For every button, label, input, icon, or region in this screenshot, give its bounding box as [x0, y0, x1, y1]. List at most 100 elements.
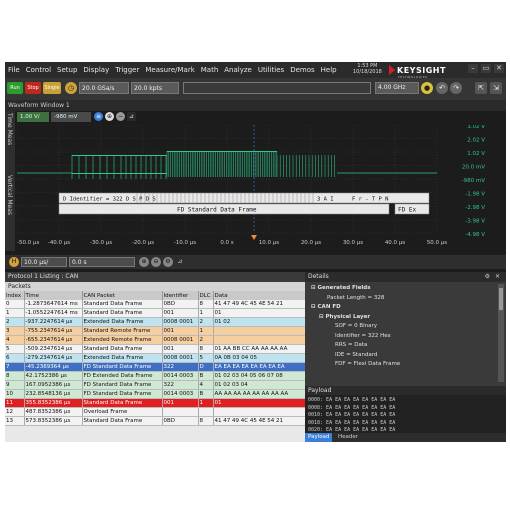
settings-icon[interactable]: ⚙	[163, 257, 173, 267]
redo-icon[interactable]: ↷	[450, 82, 462, 94]
bandwidth-limit-icon[interactable]: ●	[421, 82, 433, 94]
table-row[interactable]: 11 355.8352386 µs Standard Data Frame 001 1 0…	[5, 398, 306, 408]
settings-gear-icon[interactable]: ⚙	[485, 272, 490, 282]
details-tree-item[interactable]: RRS = Data	[335, 342, 367, 348]
table-cell: EA EA EA EA EA EA EA EA	[213, 362, 306, 372]
channel-offset-field[interactable]: -980 mV	[51, 112, 91, 122]
menu-utilities[interactable]: Utilities	[255, 66, 287, 74]
sample-rate-field[interactable]: 20.0 GSa/s	[79, 82, 129, 94]
pin-icon[interactable]: ⊿	[127, 112, 136, 121]
timebase-position-field[interactable]: 0.0 s	[69, 257, 135, 267]
close-button[interactable]: ✕	[494, 64, 504, 73]
menu-setup[interactable]: Setup	[54, 66, 80, 74]
table-row[interactable]: 13 573.8352386 µs Standard Data Frame 0BD 8 4…	[5, 416, 306, 426]
menu-file[interactable]: File	[5, 66, 23, 74]
details-tree-item[interactable]: ⊟ Physical Layer	[319, 314, 370, 320]
close-icon[interactable]: ✕	[495, 272, 500, 282]
zoom-in-icon[interactable]: ⊕	[139, 257, 149, 267]
clock-date: 10/18/2018	[353, 69, 382, 75]
datetime: 1:53 PM 10/18/2018	[353, 63, 382, 75]
menu-trigger[interactable]: Trigger	[112, 66, 142, 74]
table-row[interactable]: 8 42.1752386 µs FD Extended Data Frame 0014…	[5, 371, 306, 381]
table-cell: 322	[162, 362, 199, 372]
timebase-scale-field[interactable]: 10.0 µs/	[21, 257, 67, 267]
menu-control[interactable]: Control	[23, 66, 54, 74]
waveform-plot[interactable]: D Identifier = 322 D S P D S 3 A I F r - T…	[17, 125, 487, 245]
details-panel: Details ⚙ ✕ ⊟ Generated Fields Packet Len…	[305, 272, 506, 386]
details-scrollbar[interactable]	[498, 284, 504, 382]
column-header[interactable]: Identifier	[162, 291, 199, 300]
table-row[interactable]: 1 -1.0552247614 ms Standard Data Frame 001 1…	[5, 308, 306, 318]
details-tree-item[interactable]: ⊟ Generated Fields	[311, 285, 371, 291]
zoom-out-icon[interactable]: ⊖	[151, 257, 161, 267]
acquisition-icon[interactable]: ◷	[65, 82, 77, 94]
undo-icon[interactable]: ↶	[436, 82, 448, 94]
table-row[interactable]: 2 -937.2247614 µs Extended Data Frame 0008 …	[5, 317, 306, 327]
zoom-icon[interactable]: ⊕	[105, 112, 114, 121]
column-header[interactable]: CAN Packet	[82, 291, 163, 300]
tab-vertical-meas[interactable]: Vertical Meas	[6, 175, 13, 215]
horizontal-icon[interactable]: H	[9, 257, 19, 267]
table-cell: AA AA AA AA AA AA AA AA	[213, 389, 306, 399]
payload-row: 0008: EA EA EA EA EA EA EA EA	[308, 404, 396, 411]
stop-button[interactable]: Stop	[25, 82, 41, 94]
table-row[interactable]: 7 -45.2369364 µs FD Standard Data Frame 322…	[5, 362, 306, 372]
table-cell: 4	[198, 380, 214, 390]
table-row[interactable]: 10 232.8548136 µs FD Standard Data Frame 00…	[5, 389, 306, 399]
table-row[interactable]: 6 -279.2347614 µs Extended Data Frame 0008 …	[5, 353, 306, 363]
details-tree-item[interactable]: Packet Length = 328	[327, 295, 384, 301]
channel-scale-field[interactable]: 1.00 V/	[17, 112, 49, 122]
payload-row: 0018: EA EA EA EA EA EA EA EA	[308, 419, 396, 426]
table-row[interactable]: 9 167.0952386 µs FD Standard Data Frame 322…	[5, 380, 306, 390]
bandwidth-field[interactable]: 4.00 GHz	[375, 82, 419, 94]
table-cell	[213, 407, 306, 417]
table-row[interactable]: 3 -755.2347614 µs Standard Remote Frame 001…	[5, 326, 306, 336]
tab-header[interactable]: Header	[335, 433, 361, 442]
menu-display[interactable]: Display	[80, 66, 112, 74]
memory-depth-field[interactable]: 20.0 kpts	[131, 82, 179, 94]
menu-analyze[interactable]: Analyze	[221, 66, 255, 74]
minimize-button[interactable]: –	[468, 64, 478, 73]
single-button[interactable]: Single	[43, 82, 61, 94]
table-cell: 01 AA BB CC AA AA AA AA	[213, 344, 306, 354]
menu-measure-mark[interactable]: Measure/Mark	[142, 66, 197, 74]
table-cell: 13	[5, 416, 25, 426]
pin-icon-2[interactable]: ⊿	[175, 257, 185, 267]
packets-table[interactable]: Index Time CAN Packet Identifier DLC Data 0 -1…	[5, 291, 306, 426]
tab-time-meas[interactable]: Time Meas	[6, 113, 13, 145]
payload-row: 0010: EA EA EA EA EA EA EA EA	[308, 412, 396, 418]
voltage-label: -2.98 V	[465, 205, 485, 211]
table-cell: 42.1752386 µs	[24, 371, 83, 381]
table-row[interactable]: 4 -655.2347614 µs Extended Remote Frame 000…	[5, 335, 306, 345]
menu-demos[interactable]: Demos	[287, 66, 317, 74]
table-cell: 0A 0B 03 04 05	[213, 353, 306, 363]
table-cell: 355.8352386 µs	[24, 398, 83, 408]
details-tree[interactable]: ⊟ Generated Fields Packet Length = 328 ⊟ C…	[305, 282, 506, 386]
minus-icon[interactable]: −	[116, 112, 125, 121]
channel-settings-icon[interactable]: ≡	[94, 112, 103, 121]
column-header[interactable]: Time	[24, 291, 83, 300]
autoscale-icon[interactable]: ⇱	[475, 82, 487, 94]
table-row[interactable]: 0 -1.2873647614 ms Standard Data Frame 0BD 8…	[5, 300, 306, 309]
column-header[interactable]: Data	[213, 291, 306, 300]
menu-math[interactable]: Math	[198, 66, 222, 74]
scroll-thumb[interactable]	[499, 288, 503, 310]
table-row[interactable]: 12 487.8352386 µs Overload Frame	[5, 407, 306, 417]
column-header[interactable]: DLC	[198, 291, 214, 300]
details-tree-item[interactable]: IDE = Standard	[335, 352, 377, 358]
restore-button[interactable]: ▭	[481, 64, 491, 73]
details-tree-item[interactable]: FDF = Flexi Data Frame	[335, 361, 400, 367]
default-setup-icon[interactable]: ⇲	[490, 82, 502, 94]
table-row[interactable]: 5 -509.2347614 µs Standard Data Frame 001 8 0…	[5, 344, 306, 354]
run-button[interactable]: Run	[7, 82, 23, 94]
details-tree-item[interactable]: ⊟ CAN FD	[311, 304, 341, 310]
listing-title: Protocol 1 Listing : CAN	[5, 272, 305, 282]
table-cell: 5	[198, 353, 214, 363]
details-tree-item[interactable]: SOF = 0 Binary	[335, 323, 377, 329]
trigger-summary-field[interactable]	[183, 82, 371, 94]
tab-payload[interactable]: Payload	[305, 433, 333, 442]
column-header[interactable]: Index	[5, 291, 25, 300]
menu-help[interactable]: Help	[318, 66, 340, 74]
table-cell: Extended Data Frame	[82, 353, 163, 363]
details-tree-item[interactable]: Identifier = 322 Hex	[335, 333, 391, 339]
